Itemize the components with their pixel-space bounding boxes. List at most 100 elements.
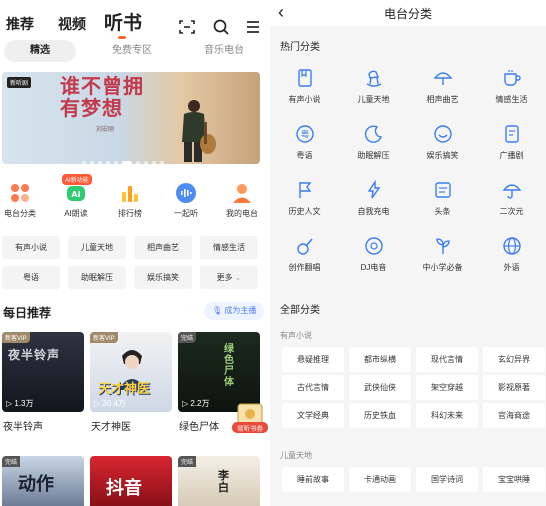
subcat-button[interactable]: 架空穿越 bbox=[416, 375, 478, 400]
grid-icon bbox=[11, 184, 29, 202]
chip-more[interactable]: 更多 ⌄ bbox=[200, 266, 258, 289]
hot-item-comedy[interactable]: 娱乐搞笑 bbox=[408, 124, 477, 161]
chip-children[interactable]: 儿童天地 bbox=[68, 236, 126, 259]
hot-item-radio-drama[interactable]: 广播剧 bbox=[477, 124, 546, 161]
guitar-icon bbox=[296, 238, 313, 255]
script-icon bbox=[504, 125, 519, 143]
hot-item-headlines[interactable]: 头条 bbox=[408, 180, 477, 217]
top-nav: 推荐 视频 听书 bbox=[0, 8, 268, 39]
quick-entries: 电台分类 AI新功能 AI AI朗读 排行榜 一起听 我的电台 bbox=[0, 174, 268, 228]
hot-item-self-improve[interactable]: 自我充电 bbox=[339, 180, 408, 217]
chip-emotion[interactable]: 情感生活 bbox=[200, 236, 258, 259]
hot-item-children[interactable]: 儿童天地 bbox=[339, 68, 408, 105]
scan-icon[interactable] bbox=[178, 18, 196, 36]
quick-my-radio[interactable]: 我的电台 bbox=[216, 178, 268, 219]
subcat-button[interactable]: 古代言情 bbox=[282, 375, 344, 400]
banner-pagination bbox=[82, 152, 182, 164]
hot-item-history[interactable]: 历史人文 bbox=[270, 180, 339, 217]
subtab-music-radio[interactable]: 音乐电台 bbox=[186, 40, 262, 62]
chip-sleep[interactable]: 助眠解压 bbox=[68, 266, 126, 289]
hot-item-k12[interactable]: 中小学必备 bbox=[408, 236, 477, 273]
page-title: 电台分类 bbox=[383, 7, 432, 21]
subcat-button[interactable]: 武侠仙侠 bbox=[349, 375, 411, 400]
cup-icon bbox=[503, 70, 521, 86]
hot-item-dj[interactable]: DJ电音 bbox=[339, 236, 408, 273]
banner-author: 刘宏刚 bbox=[96, 127, 115, 133]
flag-icon bbox=[298, 182, 311, 198]
card-cover[interactable]: 完结 动作 bbox=[2, 456, 84, 506]
subcat-button[interactable]: 影视原著 bbox=[483, 375, 545, 400]
subtab-featured[interactable]: 精选 bbox=[4, 40, 76, 62]
banner-title: 谁不曾拥有梦想 bbox=[60, 76, 144, 120]
subcat-button[interactable]: 科幻未来 bbox=[416, 403, 478, 428]
promo-banner[interactable]: 新听剧 谁不曾拥有梦想 刘宏刚 bbox=[2, 72, 260, 164]
hot-item-sleep[interactable]: 助眠解压 bbox=[339, 124, 408, 161]
cover-text: 李白 bbox=[218, 470, 229, 494]
card-title[interactable]: 夜半铃声 bbox=[3, 418, 43, 433]
cover-text: 天才神医 bbox=[98, 381, 151, 396]
banner-logo: 新听剧 bbox=[7, 77, 32, 88]
quick-listen-together[interactable]: 一起听 bbox=[160, 178, 212, 219]
lightning-icon bbox=[367, 180, 380, 199]
all-section-title: 全部分类 bbox=[280, 305, 320, 316]
svg-text:AI: AI bbox=[71, 190, 80, 199]
subcat-button[interactable]: 睡前故事 bbox=[282, 467, 344, 492]
subcat-button[interactable]: 国学诗词 bbox=[416, 467, 478, 492]
hot-item-foreign-language[interactable]: 外语 bbox=[477, 236, 546, 273]
chip-cantonese[interactable]: 粤语 bbox=[2, 266, 60, 289]
card-cover[interactable]: 完结 绿色尸体 ▷ 2.2万 bbox=[178, 332, 260, 412]
person-icon bbox=[233, 184, 251, 203]
card-cover[interactable]: 新客VIP 天才神医 ▷ 30.4万 bbox=[90, 332, 172, 412]
card-cover[interactable]: 完结 李白 bbox=[178, 456, 260, 506]
chevron-down-icon: ⌄ bbox=[234, 273, 242, 282]
cover-text: 动作 bbox=[18, 474, 54, 494]
finished-badge: 完结 bbox=[178, 456, 197, 467]
tab-recommend[interactable]: 推荐 bbox=[6, 14, 34, 34]
quick-ai-reading[interactable]: AI新功能 AI AI朗读 bbox=[50, 174, 102, 219]
card-cover[interactable]: 抖音 bbox=[90, 456, 172, 506]
hot-item-acg[interactable]: 二次元 bbox=[477, 180, 546, 217]
hot-item-covers[interactable]: 创作翻唱 bbox=[270, 236, 339, 273]
hot-item-crosstalk[interactable]: 相声曲艺 bbox=[408, 68, 477, 105]
ai-new-badge: AI新功能 bbox=[62, 174, 92, 185]
quick-ranking[interactable]: 排行榜 bbox=[104, 178, 156, 219]
coupon-float-badge[interactable]: 领听书券 bbox=[232, 402, 268, 434]
active-tab-indicator bbox=[118, 36, 126, 39]
bar-chart-icon bbox=[122, 186, 138, 202]
chip-comedy[interactable]: 娱乐搞笑 bbox=[134, 266, 192, 289]
tab-audiobook[interactable]: 听书 bbox=[104, 8, 142, 35]
card-title[interactable]: 绿色尸体 bbox=[179, 418, 219, 433]
svg-text:粤: 粤 bbox=[300, 129, 309, 141]
search-icon[interactable] bbox=[212, 18, 230, 36]
subcat-button[interactable]: 现代言情 bbox=[416, 347, 478, 372]
finished-badge: 完结 bbox=[2, 456, 21, 467]
menu-icon[interactable] bbox=[244, 18, 262, 36]
hot-item-emotion[interactable]: 情感生活 bbox=[477, 68, 546, 105]
hot-item-cantonese[interactable]: 粤 粤语 bbox=[270, 124, 339, 161]
subcat-button[interactable]: 都市纵横 bbox=[349, 347, 411, 372]
chip-audio-novel[interactable]: 有声小说 bbox=[2, 236, 60, 259]
become-host-button[interactable]: 🎙 成为主播 bbox=[204, 302, 265, 320]
quick-radio-category[interactable]: 电台分类 bbox=[0, 178, 46, 219]
chip-crosstalk[interactable]: 相声曲艺 bbox=[134, 236, 192, 259]
subcat-button[interactable]: 卡通动画 bbox=[349, 467, 411, 492]
vip-badge: 新客VIP bbox=[2, 332, 30, 343]
card-title[interactable]: 天才神医 bbox=[91, 418, 131, 433]
subcat-button[interactable]: 宝宝哄睡 bbox=[483, 467, 545, 492]
sprout-icon bbox=[435, 238, 450, 254]
subcat-button[interactable]: 玄幻异界 bbox=[483, 347, 545, 372]
play-count: ▷ 2.2万 bbox=[182, 399, 210, 408]
subcat-button[interactable]: 悬疑推理 bbox=[282, 347, 344, 372]
sub-tabs: 精选 免费专区 音乐电台 bbox=[0, 40, 268, 62]
subcat-button[interactable]: 官海商途 bbox=[483, 403, 545, 428]
card-cover[interactable]: 新客VIP 夜半铃声 ▷ 1.3万 bbox=[2, 332, 84, 412]
tab-video[interactable]: 视频 bbox=[58, 14, 86, 34]
play-count: ▷ 1.3万 bbox=[6, 399, 34, 408]
subtab-free[interactable]: 免费专区 bbox=[96, 40, 168, 62]
subcat-button[interactable]: 文学经典 bbox=[282, 403, 344, 428]
cover-text: 抖音 bbox=[106, 478, 142, 498]
subcat-button[interactable]: 历史铁血 bbox=[349, 403, 411, 428]
coupon-label: 领听书券 bbox=[237, 424, 264, 433]
recommend-panel: 推荐 视频 听书 精选 免费专区 音乐电台 新听剧 谁不曾拥有梦想 刘宏刚 电台… bbox=[0, 0, 268, 506]
hot-item-audio-novel[interactable]: 有声小说 bbox=[270, 68, 339, 105]
